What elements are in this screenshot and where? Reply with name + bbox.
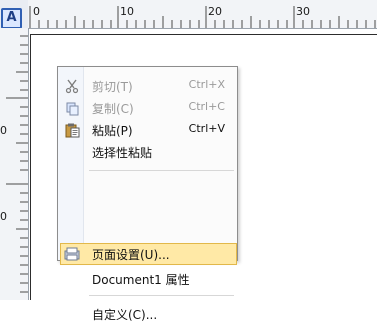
h-ruler-label-10: 10 (120, 5, 134, 18)
h-ruler-label-20: 20 (208, 5, 222, 18)
text-frame-icon[interactable]: A (1, 8, 22, 29)
context-menu[interactable]: 剪切(T) Ctrl+X 复制(C) Ctrl+C 粘贴(P) Ctrl+V 选… (57, 66, 238, 322)
paste-icon (65, 123, 80, 138)
vertical-ruler-ticks (6, 35, 28, 293)
menu-item-paste-special[interactable]: 选择性粘贴 (58, 141, 237, 163)
menu-label-page-setup: 页面设置(U)... (92, 248, 170, 262)
horizontal-ruler[interactable]: 0 10 20 30 (28, 0, 377, 29)
page-setup-icon (64, 247, 80, 261)
vertical-ruler[interactable]: 0 0 (0, 28, 29, 300)
menu-separator-2 (89, 295, 234, 296)
menu-item-copy[interactable]: 复制(C) Ctrl+C (58, 97, 237, 119)
menu-shortcut-paste: Ctrl+V (188, 122, 225, 135)
menu-label-paste: 粘贴(P) (92, 124, 133, 138)
menu-item-document-properties[interactable]: Document1 属性 (58, 268, 237, 290)
document-canvas: A 0 10 20 30 0 0 剪切(T) Ctrl+X 复制(C) Ctrl… (0, 0, 377, 322)
v-ruler-label-0b: 0 (0, 210, 7, 223)
menu-item-customize[interactable]: 自定义(C)... (58, 303, 237, 325)
menu-shortcut-copy: Ctrl+C (188, 100, 225, 113)
horizontal-ruler-ticks (29, 6, 376, 28)
menu-shortcut-cut: Ctrl+X (188, 78, 225, 91)
copy-icon (66, 102, 79, 116)
v-ruler-label-0a: 0 (0, 124, 7, 137)
scissors-icon (65, 79, 79, 94)
menu-label-cut: 剪切(T) (92, 80, 133, 94)
page-top-border (30, 34, 377, 35)
page-left-border (30, 34, 31, 300)
h-ruler-label-0: 0 (33, 5, 40, 18)
menu-label-document-properties: Document1 属性 (92, 273, 190, 287)
menu-item-cut[interactable]: 剪切(T) Ctrl+X (58, 75, 237, 97)
menu-label-copy: 复制(C) (92, 102, 134, 116)
menu-item-paste[interactable]: 粘贴(P) Ctrl+V (58, 119, 237, 141)
menu-separator (89, 170, 234, 171)
menu-item-page-setup[interactable]: 页面设置(U)... (58, 243, 237, 265)
ruler-corner[interactable]: A (0, 0, 29, 29)
h-ruler-label-30: 30 (296, 5, 310, 18)
menu-label-paste-special: 选择性粘贴 (92, 146, 153, 160)
menu-label-customize: 自定义(C)... (92, 308, 158, 322)
